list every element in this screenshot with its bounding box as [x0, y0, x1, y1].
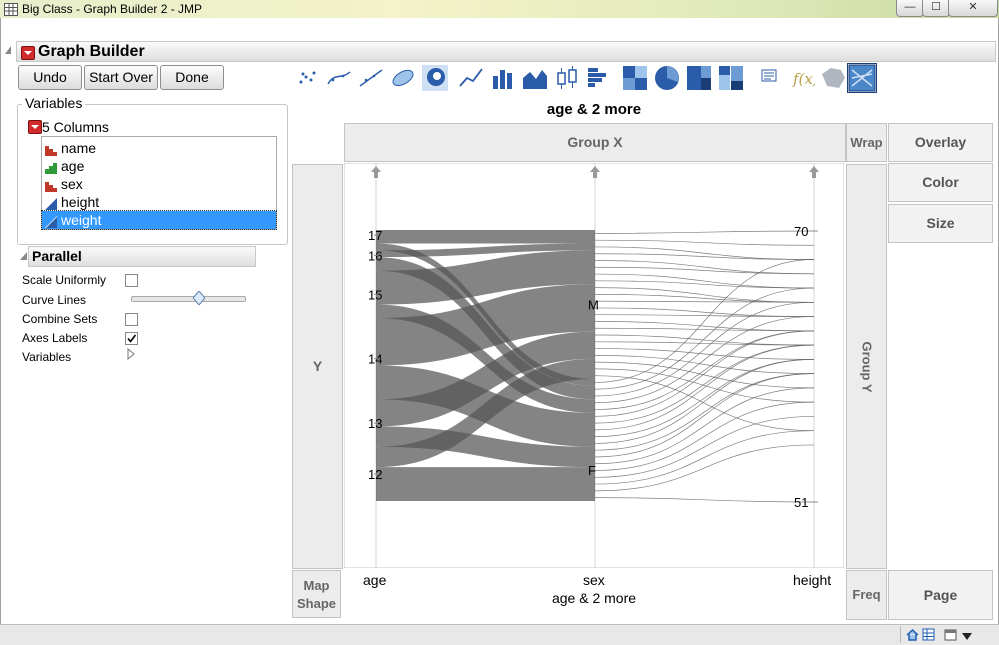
- x-axis-caption: age & 2 more: [551, 590, 637, 606]
- axis-label-sex[interactable]: sex: [583, 572, 605, 588]
- contour-icon[interactable]: [421, 64, 449, 92]
- checkmark-icon: [127, 334, 137, 343]
- svg-text:f(x): f(x): [792, 70, 815, 88]
- line-icon[interactable]: [457, 64, 485, 92]
- variables-expand-icon[interactable]: [127, 347, 135, 363]
- close-button[interactable]: ✕: [948, 0, 998, 17]
- axes-labels-checkbox[interactable]: [125, 332, 138, 345]
- ellipse-icon[interactable]: [389, 64, 417, 92]
- color-zone[interactable]: Color: [888, 163, 993, 202]
- treemap-icon[interactable]: [685, 64, 713, 92]
- nominal-icon: [45, 142, 58, 156]
- window-title: Big Class - Graph Builder 2 - JMP: [22, 2, 203, 16]
- overlay-zone[interactable]: Overlay: [888, 123, 993, 162]
- smoother-icon[interactable]: [325, 64, 353, 92]
- pie-icon[interactable]: [653, 64, 681, 92]
- flow-band-age-12-F: [376, 467, 595, 501]
- parallel-plot: 171615141312MF7051: [344, 163, 844, 568]
- ordinal-icon: [45, 160, 58, 174]
- curve-lines-slider[interactable]: [131, 296, 246, 302]
- minimize-button[interactable]: —: [896, 0, 924, 17]
- area-icon[interactable]: [521, 64, 549, 92]
- axes-labels-label: Axes Labels: [22, 331, 88, 345]
- group-y-zone[interactable]: Group Y: [846, 164, 887, 569]
- table-icon[interactable]: [922, 628, 935, 644]
- window-icon[interactable]: [944, 628, 957, 644]
- jmp-table-icon: [4, 3, 18, 16]
- sex-tick-label: M: [588, 298, 599, 313]
- heatmap-icon[interactable]: [621, 64, 649, 92]
- curve-lines-slider-thumb[interactable]: [192, 290, 206, 308]
- graph-builder-title: Graph Builder: [38, 43, 145, 60]
- wrap-zone[interactable]: Wrap: [846, 123, 887, 162]
- nominal-icon: [45, 178, 58, 192]
- map-shape-zone[interactable]: Map Shape: [292, 570, 341, 618]
- group-x-zone[interactable]: Group X: [344, 123, 846, 162]
- caption-box-icon[interactable]: [755, 64, 783, 92]
- map-shapes-icon[interactable]: [819, 64, 847, 92]
- variables-option-label: Variables: [22, 350, 72, 364]
- mosaic-icon[interactable]: [717, 64, 745, 92]
- red-triangle-menu-icon[interactable]: [21, 45, 35, 60]
- collapse-triangle-icon[interactable]: [3, 44, 13, 56]
- variables-legend: Variables: [22, 95, 86, 111]
- continuous-icon: [45, 214, 58, 228]
- box-plot-icon[interactable]: [553, 64, 581, 92]
- column-item-weight[interactable]: weight: [41, 210, 277, 230]
- title-bar: Big Class - Graph Builder 2 - JMP — ☐ ✕: [0, 0, 999, 18]
- size-zone[interactable]: Size: [888, 204, 993, 243]
- scale-uniformly-label: Scale Uniformly: [22, 273, 107, 287]
- undo-button[interactable]: Undo: [18, 65, 82, 90]
- status-bar: [0, 624, 999, 645]
- axis-label-height[interactable]: height: [793, 572, 831, 588]
- column-item-height[interactable]: height: [42, 193, 276, 211]
- freq-zone[interactable]: Freq: [846, 570, 887, 620]
- scale-uniformly-checkbox[interactable]: [125, 274, 138, 287]
- columns-header: 5 Columns: [42, 119, 109, 135]
- combine-sets-label: Combine Sets: [22, 312, 98, 326]
- dropdown-icon[interactable]: [962, 630, 972, 644]
- line-of-fit-icon[interactable]: [357, 64, 385, 92]
- age-tick-label: 16: [368, 248, 382, 263]
- curve-lines-label: Curve Lines: [22, 293, 87, 307]
- home-icon[interactable]: [906, 628, 919, 644]
- columns-menu-icon[interactable]: [28, 119, 42, 134]
- parallel-header: Parallel: [28, 246, 256, 267]
- plot-title: age & 2 more: [546, 101, 642, 118]
- sex-tick-label: F: [588, 463, 596, 478]
- done-button[interactable]: Done: [160, 65, 224, 90]
- bar-icon[interactable]: [489, 64, 517, 92]
- parallel-plot-icon[interactable]: [847, 63, 877, 93]
- formula-icon[interactable]: f(x): [787, 64, 819, 92]
- column-item-age[interactable]: age: [42, 157, 276, 175]
- start-over-button[interactable]: Start Over: [84, 65, 158, 90]
- page-zone[interactable]: Page: [888, 570, 993, 620]
- column-item-sex[interactable]: sex: [42, 175, 276, 193]
- y-zone[interactable]: Y: [292, 164, 343, 569]
- combine-sets-checkbox[interactable]: [125, 313, 138, 326]
- group-y-label: Group Y: [859, 340, 874, 393]
- maximize-button[interactable]: ☐: [922, 0, 950, 17]
- axis-label-age[interactable]: age: [363, 572, 386, 588]
- points-icon[interactable]: [293, 64, 321, 92]
- flow-band-age-17-M: [376, 230, 595, 244]
- histogram-icon[interactable]: [585, 64, 613, 92]
- column-list: name age sex height weight: [41, 136, 277, 230]
- column-item-name[interactable]: name: [42, 139, 276, 157]
- continuous-icon: [45, 196, 58, 210]
- height-tick-label: 51: [794, 495, 808, 510]
- graph-builder-header: Graph Builder: [16, 41, 996, 62]
- height-tick-label: 70: [794, 224, 808, 239]
